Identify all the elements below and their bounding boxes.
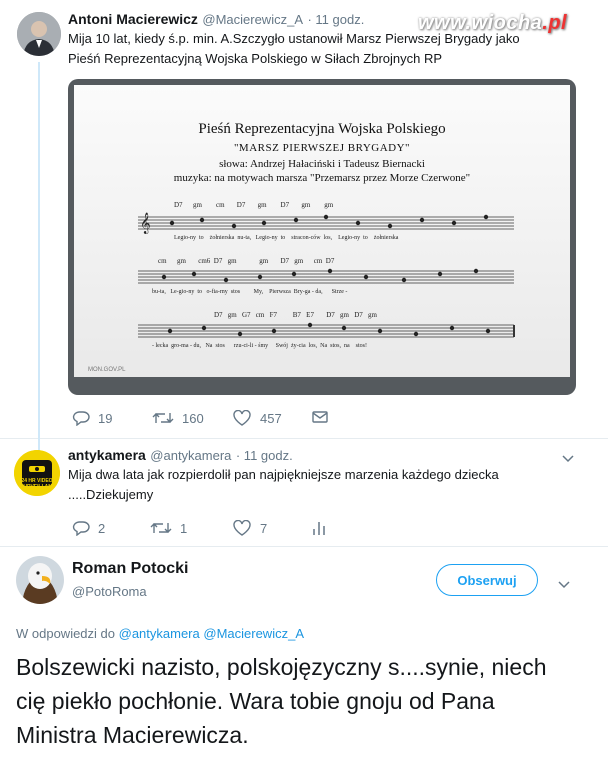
author-handle[interactable]: @PotoRoma [72, 584, 147, 599]
retweet-count: 1 [180, 520, 188, 536]
staff3-lyrics: - lecka gro-ma - du, Na stos rzu-ci-li -… [152, 343, 367, 349]
like-button[interactable]: 457 [232, 410, 282, 426]
thread-line [38, 62, 40, 454]
chevron-down-icon [562, 455, 574, 463]
svg-text:𝄞: 𝄞 [140, 213, 151, 234]
divider [0, 438, 608, 439]
staff2-chords: cm gm cm6 D7 gm gm D7 gm cm D7 [158, 257, 335, 265]
like-count: 457 [260, 410, 282, 426]
retweet-button[interactable]: 1 [150, 520, 187, 536]
analytics-button[interactable] [312, 520, 334, 536]
focused-tweet-text: Bolszewicki nazisto, polskojęzyczny s...… [16, 654, 547, 748]
staff2-lyrics: bu-ta, Le-gio-ny to o-fia-rny stos My, P… [152, 289, 348, 295]
avatar[interactable] [17, 12, 61, 56]
tweet-time[interactable]: · 11 godz. [307, 12, 364, 27]
retweet-icon [152, 413, 174, 423]
retweet-count: 160 [182, 410, 204, 426]
reply-mention[interactable]: @antykamera [119, 626, 200, 641]
reply-count: 19 [98, 410, 113, 426]
like-button[interactable]: 7 [232, 520, 267, 536]
avatar-caption: 24 HR VIDEO SURVEILLANCE [20, 478, 59, 490]
chevron-down-icon [558, 581, 570, 589]
author-name[interactable]: antykamera [68, 447, 146, 463]
divider [0, 546, 608, 547]
heart-icon [233, 410, 251, 426]
staff3-chords: D7 gm G7 cm F7 B7 E7 D7 gm D7 gm [214, 311, 377, 319]
eagle-icon [16, 556, 64, 604]
analytics-icon [313, 522, 325, 535]
sheet-music-page: Pieśń Reprezentacyjna Wojska Polskiego "… [74, 85, 570, 377]
author-handle[interactable]: @antykamera [150, 448, 231, 463]
tweet-text-line: Mija 10 lat, kiedy ś.p. min. A.Szczygło … [68, 31, 520, 46]
author-name[interactable]: Antoni Macierewicz [68, 11, 198, 27]
reply-context: W odpowiedzi do @antykamera @Macierewicz… [16, 626, 304, 641]
tweet-text: Mija 10 lat, kiedy ś.p. min. A.Szczygło … [68, 29, 588, 69]
message-button[interactable] [312, 410, 336, 424]
follow-button[interactable]: Obserwuj [436, 564, 538, 596]
reply-count: 2 [98, 520, 106, 536]
tweet-text-line: .....Dziekujemy [68, 487, 154, 502]
retweet-button[interactable]: 160 [152, 410, 204, 426]
avatar-portrait-icon [17, 12, 61, 56]
heart-icon [233, 520, 251, 536]
image-source: MON.GOV.PL [88, 367, 126, 373]
tweet-image[interactable]: Pieśń Reprezentacyjna Wojska Polskiego "… [68, 79, 576, 395]
author-handle[interactable]: @Macierewicz_A [202, 12, 303, 27]
reply-button[interactable]: 2 [72, 520, 105, 536]
author-name[interactable]: Roman Potocki [72, 560, 188, 578]
tweet-text: Mija dwa lata jak rozpierdolił pan najpi… [68, 465, 588, 505]
retweet-icon [150, 523, 172, 533]
reply-mention[interactable]: @Macierewicz_A [203, 626, 304, 641]
envelope-icon [312, 411, 328, 423]
follow-button-label: Obserwuj [457, 572, 517, 588]
reply-icon [72, 411, 90, 426]
reply-icon [72, 521, 90, 536]
tweet-text-line: Pieśń Reprezentacyjną Wojska Polskiego w… [68, 51, 443, 66]
staff1-chords: D7 gm cm D7 gm D7 gm gm [174, 201, 334, 209]
tweet-text-line: Mija dwa lata jak rozpierdolił pan najpi… [68, 467, 499, 482]
avatar[interactable] [16, 556, 64, 604]
reply-button[interactable]: 19 [72, 410, 112, 426]
avatar[interactable]: 24 HR VIDEO SURVEILLANCE [14, 450, 60, 496]
like-count: 7 [260, 520, 268, 536]
tweet-time[interactable]: · 11 godz. [236, 448, 293, 463]
tweet-menu-chevron[interactable] [558, 576, 570, 594]
reply-prefix: W odpowiedzi do [16, 626, 115, 641]
thread-line [38, 438, 40, 450]
staff1-lyrics: Legio-ny to żołnierska nu-ta, Legio-ny t… [174, 235, 399, 241]
music-staves: 𝄞 [138, 213, 515, 338]
